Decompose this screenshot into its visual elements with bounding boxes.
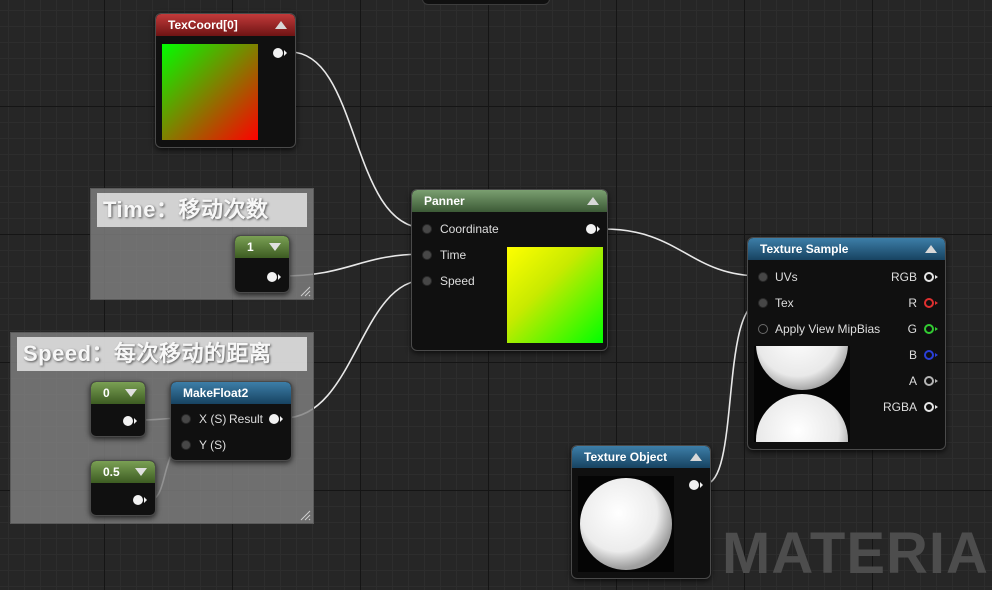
node-make-float2[interactable]: MakeFloat2 X (S) Result Y (S) xyxy=(170,381,292,461)
node-panner[interactable]: Panner Coordinate Time Speed xyxy=(411,189,608,351)
node-const-y-header[interactable]: 0.5 xyxy=(91,461,155,483)
texture-sample-r-pin[interactable] xyxy=(924,298,938,308)
resize-grip-icon[interactable] xyxy=(299,285,311,297)
make-float2-x-label: X (S) xyxy=(199,412,227,426)
node-const-y[interactable]: 0.5 xyxy=(90,460,156,516)
node-texture-sample[interactable]: Texture Sample UVs Tex Apply View MipBia… xyxy=(747,237,946,450)
material-watermark: MATERIAL xyxy=(722,521,992,586)
texture-sample-b-label: B xyxy=(908,348,917,362)
dropdown-arrow-icon[interactable] xyxy=(125,389,137,397)
node-panner-header[interactable]: Panner xyxy=(412,190,607,212)
texture-sample-uvs-label: UVs xyxy=(775,270,798,284)
texture-sample-rgb-label: RGB xyxy=(890,270,917,284)
texture-sample-mipbias-pin[interactable] xyxy=(758,324,768,334)
texture-sample-b-pin[interactable] xyxy=(924,350,938,360)
node-const-time[interactable]: 1 xyxy=(234,235,290,293)
collapse-arrow-icon[interactable] xyxy=(925,245,937,253)
node-const-x-header[interactable]: 0 xyxy=(91,382,145,404)
panner-speed-label: Speed xyxy=(440,274,475,288)
resize-grip-icon[interactable] xyxy=(299,509,311,521)
make-float2-y-pin[interactable] xyxy=(181,440,191,450)
node-const-y-value[interactable]: 0.5 xyxy=(103,465,120,479)
make-float2-result-label: Result xyxy=(229,412,264,426)
node-panner-title: Panner xyxy=(424,194,465,208)
texture-object-output-pin[interactable] xyxy=(689,480,703,490)
node-const-x[interactable]: 0 xyxy=(90,381,146,437)
panner-output-pin[interactable] xyxy=(586,224,600,234)
wire-coordinate-to-uvs xyxy=(603,228,762,277)
node-make-float2-header[interactable]: MakeFloat2 xyxy=(171,382,291,404)
offscreen-node-edge xyxy=(422,0,550,5)
collapse-arrow-icon[interactable] xyxy=(690,453,702,461)
dropdown-arrow-icon[interactable] xyxy=(135,468,147,476)
panner-coordinate-pin[interactable] xyxy=(422,224,432,234)
node-texcoord[interactable]: TexCoord[0] xyxy=(155,13,296,148)
make-float2-output-pin[interactable] xyxy=(269,414,283,424)
texture-sample-mipbias-label: Apply View MipBias xyxy=(775,322,881,336)
panner-time-pin[interactable] xyxy=(422,250,432,260)
node-texture-sample-title: Texture Sample xyxy=(760,242,849,256)
node-texcoord-title: TexCoord[0] xyxy=(168,18,238,32)
collapse-arrow-icon[interactable] xyxy=(275,21,287,29)
panner-time-label: Time xyxy=(440,248,467,262)
texture-sample-g-pin[interactable] xyxy=(924,324,938,334)
node-texcoord-header[interactable]: TexCoord[0] xyxy=(156,14,295,36)
texture-sample-rgb-pin[interactable] xyxy=(924,272,938,282)
texture-sample-g-label: G xyxy=(907,322,917,336)
dropdown-arrow-icon[interactable] xyxy=(269,243,281,251)
texture-object-preview xyxy=(578,476,674,572)
const-y-output-pin[interactable] xyxy=(133,495,147,505)
make-float2-x-pin[interactable] xyxy=(181,414,191,424)
texture-sample-rgba-pin[interactable] xyxy=(924,402,938,412)
texture-sample-tex-pin[interactable] xyxy=(758,298,768,308)
node-texture-object-title: Texture Object xyxy=(584,450,668,464)
node-const-x-value[interactable]: 0 xyxy=(103,386,110,400)
const-time-output-pin[interactable] xyxy=(267,272,281,282)
texture-sample-r-label: R xyxy=(908,296,917,310)
texture-sample-a-pin[interactable] xyxy=(924,376,938,386)
panner-preview xyxy=(507,247,603,343)
node-const-time-value[interactable]: 1 xyxy=(247,240,254,254)
node-texture-object[interactable]: Texture Object xyxy=(571,445,711,579)
comment-speed-title[interactable]: Speed：每次移动的距离 xyxy=(17,337,307,371)
texture-sample-uvs-pin[interactable] xyxy=(758,272,768,282)
texcoord-output-pin[interactable] xyxy=(273,48,287,58)
panner-speed-pin[interactable] xyxy=(422,276,432,286)
make-float2-y-label: Y (S) xyxy=(199,438,227,452)
texture-sample-tex-label: Tex xyxy=(775,296,794,310)
const-x-output-pin[interactable] xyxy=(123,416,137,426)
texture-sample-rgba-label: RGBA xyxy=(882,400,917,414)
collapse-arrow-icon[interactable] xyxy=(587,197,599,205)
panner-coordinate-label: Coordinate xyxy=(440,222,499,236)
node-texture-object-header[interactable]: Texture Object xyxy=(572,446,710,468)
texture-sample-a-label: A xyxy=(908,374,917,388)
node-texture-sample-header[interactable]: Texture Sample xyxy=(748,238,945,260)
node-const-time-header[interactable]: 1 xyxy=(235,236,289,258)
comment-time-title[interactable]: Time：移动次数 xyxy=(97,193,307,227)
texture-sample-preview xyxy=(754,346,850,442)
node-make-float2-title: MakeFloat2 xyxy=(183,386,249,400)
